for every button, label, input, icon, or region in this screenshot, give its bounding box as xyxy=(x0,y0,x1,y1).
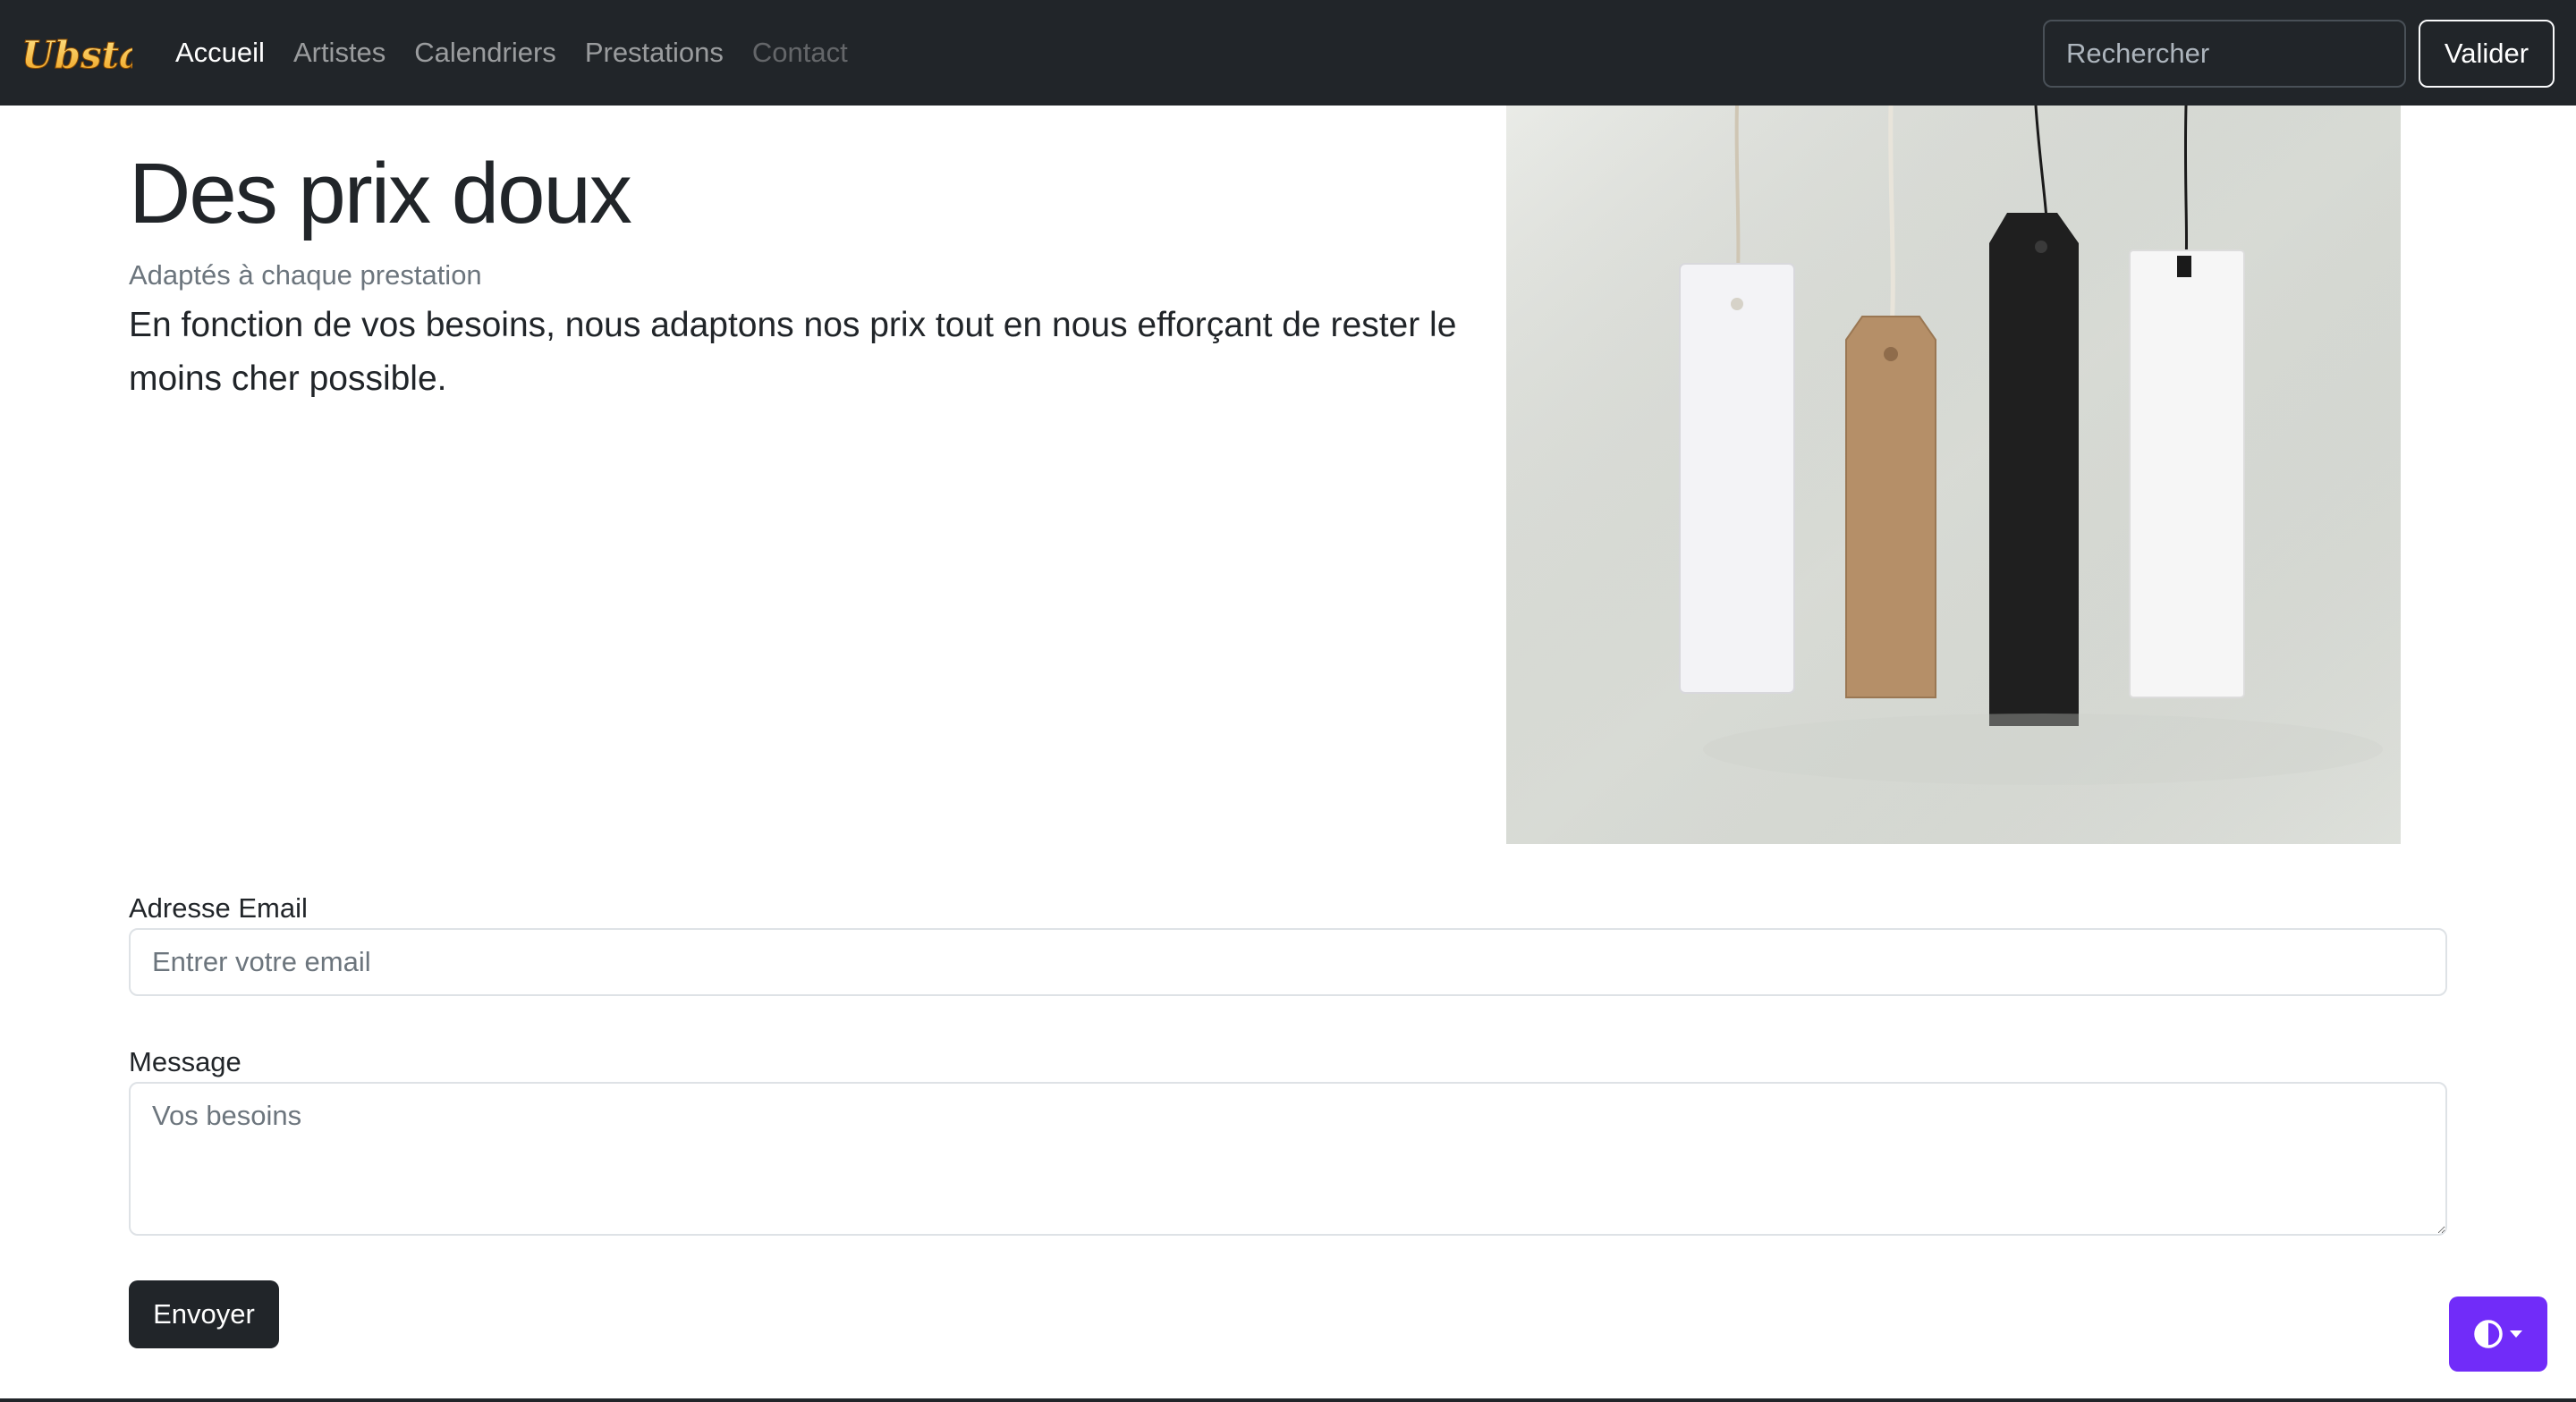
theme-toggle-button[interactable] xyxy=(2449,1296,2547,1372)
nav-link-accueil[interactable]: Accueil xyxy=(175,37,265,69)
brand-logo[interactable]: Ubstar xyxy=(20,32,133,78)
page-title: Des prix doux xyxy=(129,146,632,241)
nav-link-prestations[interactable]: Prestations xyxy=(585,37,724,69)
email-label: Adresse Email xyxy=(129,892,308,924)
window-bottom-edge xyxy=(0,1398,2576,1402)
nav-link-contact: Contact xyxy=(751,37,848,68)
nav-link-artistes[interactable]: Artistes xyxy=(293,37,386,69)
lead-paragraph: En fonction de vos besoins, nous adapton… xyxy=(129,306,1457,398)
search-submit-button[interactable]: Valider xyxy=(2419,20,2555,88)
nav-links: Accueil Artistes Calendriers Prestations… xyxy=(175,0,877,106)
email-field[interactable] xyxy=(129,928,2447,996)
nav-link-calendriers[interactable]: Calendriers xyxy=(414,37,556,69)
message-label: Message xyxy=(129,1046,242,1077)
message-field[interactable] xyxy=(129,1082,2447,1236)
caret-down-icon xyxy=(2510,1330,2522,1338)
contrast-icon xyxy=(2474,1320,2503,1348)
top-navbar: Ubstar Accueil Artistes Calendriers Pres… xyxy=(0,0,2576,106)
price-tags-illustration xyxy=(1506,106,2401,844)
page-subtitle: Adaptés à chaque prestation xyxy=(129,259,482,291)
price-tags-image xyxy=(1506,106,2401,844)
svg-text:Ubstar: Ubstar xyxy=(21,33,132,77)
search-input[interactable] xyxy=(2043,20,2406,88)
send-button[interactable]: Envoyer xyxy=(129,1280,279,1348)
